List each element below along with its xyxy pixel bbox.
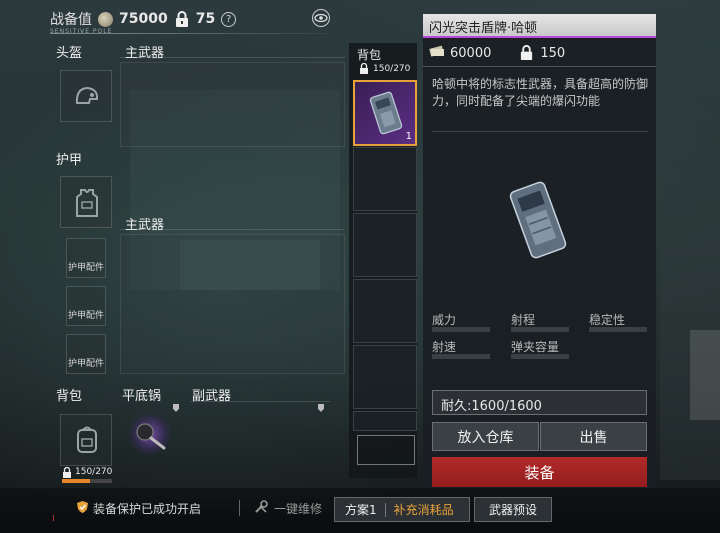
- item-price-row: 60000 150: [429, 44, 565, 62]
- primary-weapon-1-label: 主武器: [125, 46, 165, 61]
- backpack-panel-title: 背包: [357, 48, 382, 62]
- weapon-preset-button[interactable]: 武器预设: [474, 497, 552, 522]
- helmet-label: 头盔: [56, 46, 83, 61]
- sell-button[interactable]: 出售: [540, 422, 647, 451]
- item-image: [508, 179, 568, 265]
- armor-attachment-slot[interactable]: 护甲配件: [66, 334, 106, 374]
- armor-slot[interactable]: [60, 176, 112, 228]
- power-value: 75000: [119, 11, 168, 27]
- shield-icon: [369, 90, 403, 140]
- backpack-capacity: 150/270: [62, 466, 112, 478]
- backpack-cell[interactable]: [353, 213, 417, 277]
- backpack-cell[interactable]: [353, 147, 417, 211]
- equip-button[interactable]: 装备: [432, 457, 647, 487]
- primary-weapon-1-slot[interactable]: [120, 62, 345, 147]
- armor-attachment-slot[interactable]: 护甲配件: [66, 238, 106, 278]
- store-button[interactable]: 放入仓库: [432, 422, 539, 451]
- armor-attachment-slot[interactable]: 护甲配件: [66, 286, 106, 326]
- stat-range-label: 射程: [511, 313, 536, 327]
- backpack-item-selected[interactable]: 1: [353, 80, 417, 146]
- lock-icon: [62, 466, 72, 478]
- plan-label: 方案1: [345, 503, 377, 517]
- backpack-panel-capacity: 150/270: [359, 62, 410, 74]
- bottom-divider: [239, 500, 240, 516]
- backpack-capacity-fill: [62, 479, 90, 483]
- detail-divider: [423, 66, 656, 67]
- plan-divider: [384, 502, 386, 517]
- backpack-cell[interactable]: [353, 345, 417, 409]
- lock-icon: [359, 62, 370, 74]
- item-title: 闪光突击盾牌·哈顿: [423, 14, 656, 38]
- pan-slot[interactable]: [120, 400, 180, 468]
- stat-fire-rate-label: 射速: [432, 340, 457, 354]
- stat-power-bar: [432, 327, 490, 332]
- item-description: 哈顿中将的标志性武器，具备超高的防御力，同时配备了尖端的爆闪功能: [432, 77, 649, 108]
- backpack-action-button[interactable]: [357, 435, 415, 465]
- supply-consumables-link[interactable]: 补充消耗品: [394, 501, 454, 518]
- detail-divider: [432, 131, 648, 132]
- helmet-slot[interactable]: [60, 70, 112, 122]
- stat-fire-rate-bar: [432, 354, 490, 359]
- backpack-label: 背包: [56, 389, 83, 404]
- lock-value: 75: [195, 11, 216, 27]
- item-price: 60000: [450, 45, 492, 61]
- backpack-panel: 背包 150/270 1: [349, 43, 417, 478]
- power-label: 战备值: [50, 12, 92, 28]
- armor-icon: [74, 188, 100, 222]
- pan-icon: [128, 414, 172, 454]
- armor-attachment-label: 护甲配件: [67, 359, 104, 369]
- armor-label: 护甲: [56, 153, 83, 168]
- help-icon[interactable]: ?: [221, 11, 237, 27]
- coin-icon: [98, 11, 113, 27]
- stat-power-label: 威力: [432, 313, 457, 327]
- repair-all-button[interactable]: 一键维修: [254, 500, 322, 517]
- shield-check-icon: [76, 500, 89, 517]
- cash-icon: [429, 44, 445, 62]
- stat-stability-bar: [589, 327, 647, 332]
- eye-icon[interactable]: [311, 9, 331, 27]
- wrench-icon: [254, 500, 269, 517]
- weapon-divider-2: [120, 229, 345, 230]
- lock-icon: [519, 45, 535, 61]
- backpack-cell[interactable]: [353, 411, 417, 431]
- stat-magazine-label: 弹夹容量: [511, 340, 560, 354]
- corner-mark: [53, 515, 59, 521]
- backpack-capacity-bar: [62, 479, 112, 483]
- durability-field: 耐久:1600/1600: [432, 390, 647, 415]
- primary-weapon-2-label: 主武器: [125, 218, 165, 233]
- bookmark-icon: [318, 404, 324, 412]
- item-detail-panel: 闪光突击盾牌·哈顿 60000 150 哈顿中将的标志性武器，具备超高的防御力，…: [423, 14, 656, 489]
- stat-stability-label: 稳定性: [589, 313, 626, 327]
- backpack-slot[interactable]: [60, 414, 112, 466]
- weapon-divider: [120, 57, 345, 58]
- backpack-icon: [74, 425, 100, 459]
- plan-selector[interactable]: 方案1 补充消耗品: [334, 497, 470, 522]
- helmet-icon: [74, 85, 100, 111]
- protection-status: 装备保护已成功开启: [76, 500, 201, 517]
- secondary-divider: [190, 401, 330, 402]
- armor-attachment-label: 护甲配件: [67, 311, 104, 321]
- lock-icon: [174, 11, 190, 27]
- item-lock-value: 150: [540, 45, 566, 61]
- header-divider: [50, 33, 330, 34]
- stat-magazine-bar: [511, 354, 569, 359]
- backpack-cell[interactable]: [353, 279, 417, 343]
- item-count: 1: [405, 131, 412, 142]
- primary-weapon-2-slot[interactable]: [120, 234, 345, 374]
- armor-attachment-label: 护甲配件: [67, 263, 104, 273]
- header: 战备值 75000 75 ?: [50, 8, 237, 30]
- stat-range-bar: [511, 327, 569, 332]
